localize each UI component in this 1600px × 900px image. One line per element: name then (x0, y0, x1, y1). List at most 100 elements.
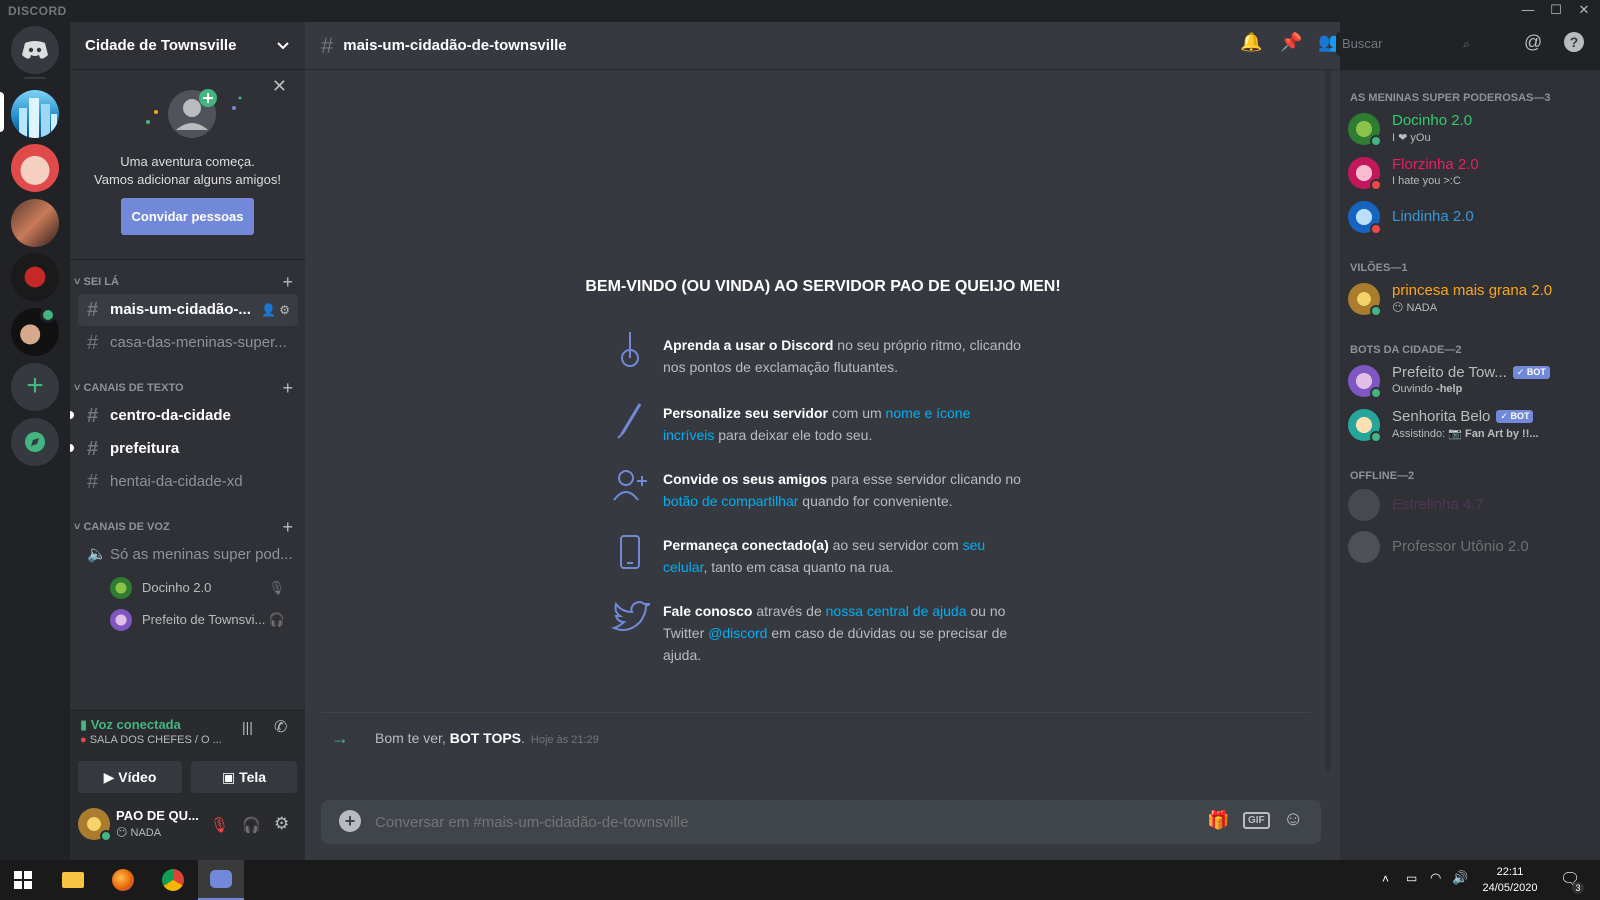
member-status-label: NADA (1406, 302, 1438, 314)
server-avatar-3[interactable] (11, 199, 59, 247)
channel-title: mais-um-cidadão-de-townsville (343, 37, 567, 54)
disconnect-icon[interactable]: ✆ (274, 717, 287, 737)
start-button[interactable] (0, 860, 46, 900)
sys-user[interactable]: BOT TOPS (450, 730, 521, 746)
speaker-badge-icon (40, 307, 56, 323)
emoji-icon[interactable]: ☺ (1283, 808, 1303, 831)
firefox-button[interactable] (100, 860, 146, 900)
tip-link[interactable]: nossa central de ajuda (826, 603, 967, 619)
screen-share-button[interactable]: ▣ Tela (191, 761, 297, 793)
channel-label: Só as meninas super pod... (110, 546, 293, 563)
mention-icon[interactable]: @ (1524, 32, 1542, 53)
add-server-button[interactable]: + (11, 363, 59, 411)
close-window-button[interactable]: ✕ (1570, 0, 1598, 22)
unread-indicator (70, 444, 74, 452)
member-florzinha[interactable]: Florzinha 2.0 I hate you >:C (1348, 152, 1578, 194)
add-channel-icon[interactable]: + (282, 272, 293, 293)
channel-label: centro-da-cidade (110, 407, 231, 424)
gif-button[interactable]: GIF (1243, 812, 1270, 829)
folder-icon (62, 872, 84, 888)
server-list: + (0, 22, 70, 860)
help-icon[interactable]: ? (1564, 32, 1584, 52)
hash-icon: # (87, 405, 99, 427)
bell-icon[interactable]: 🔔 (1240, 32, 1262, 53)
member-senhorita-belo[interactable]: Senhorita Belo ✓ BOT Assistindo: 📷 Fan Ar… (1348, 404, 1578, 446)
gift-icon[interactable]: 🎁 (1207, 810, 1229, 831)
maximize-button[interactable]: ☐ (1542, 0, 1570, 22)
category-canais-de-texto[interactable]: ˅ CANAIS DE TEXTO + (74, 378, 299, 398)
channel-casa-das-meninas[interactable]: # casa-das-meninas-super... (78, 327, 298, 359)
member-princesa[interactable]: princesa mais grana 2.0 😶 NADA (1348, 278, 1578, 320)
mute-mic-icon[interactable]: 🎙 (210, 816, 229, 834)
hash-icon: # (87, 299, 99, 321)
phone-icon (620, 535, 640, 569)
member-prefeito[interactable]: Prefeito de Tow... ✓ BOT Ouvindo -help (1348, 360, 1578, 402)
member-lindinha[interactable]: Lindinha 2.0 (1348, 196, 1578, 238)
pin-icon[interactable]: 📌 (1280, 32, 1302, 53)
clock[interactable]: 22:11 24/05/2020 (1470, 864, 1550, 896)
app-brand: DISCORD (8, 4, 67, 18)
clock-time: 22:11 (1496, 866, 1524, 878)
channel-hentai-da-cidade[interactable]: # hentai-da-cidade-xd (78, 466, 298, 498)
category-sei-la[interactable]: ˅ SEI LÁ + (74, 272, 299, 292)
headphones-icon[interactable]: 🎧 (242, 816, 261, 834)
title-bar: DISCORD — ☐ ✕ (0, 0, 1600, 22)
guild-header[interactable]: Cidade de Townsville (70, 22, 305, 70)
search-icon: ⌕ (1463, 37, 1470, 51)
voice-room[interactable]: ● SALA DOS CHEFES / O ... (80, 734, 222, 746)
channel-prefeitura[interactable]: # prefeitura (78, 433, 298, 465)
voice-user-docinho[interactable]: Docinho 2.0 🎙 (110, 574, 295, 602)
channel-mais-um-cidadao[interactable]: # mais-um-cidadão-... 👤 ⚙ (78, 294, 298, 326)
channel-settings-icon[interactable]: 👤 ⚙ (261, 294, 290, 326)
close-icon[interactable]: ✕ (272, 76, 287, 97)
explore-servers-button[interactable] (11, 418, 59, 466)
voice-channel-meninas[interactable]: 🔈 Só as meninas super pod... (78, 539, 298, 571)
chrome-icon (162, 869, 184, 891)
server-townsville[interactable] (11, 90, 59, 138)
server-avatar-2[interactable] (11, 144, 59, 192)
tip-link[interactable]: @discord (708, 625, 767, 641)
chat-scrollbar[interactable] (1325, 70, 1331, 772)
chrome-button[interactable] (150, 860, 196, 900)
member-category: OFFLINE—2 (1350, 470, 1415, 482)
tip-link[interactable]: botão de compartilhar (663, 493, 798, 509)
message-timestamp: Hoje às 21:29 (530, 734, 599, 746)
home-button[interactable] (11, 26, 59, 74)
battery-icon[interactable]: ▭ (1406, 871, 1417, 885)
server-avatar-4[interactable] (11, 253, 59, 301)
member-docinho[interactable]: Docinho 2.0 I ❤ yOu (1348, 108, 1578, 150)
video-button[interactable]: ▶ Vídeo (78, 761, 182, 793)
minimize-button[interactable]: — (1514, 0, 1542, 22)
user-panel: PAO DE QU... 😶 NADA 🎙 🎧 ⚙ (70, 796, 305, 860)
category-canais-de-voz[interactable]: ˅ CANAIS DE VOZ + (74, 517, 299, 537)
discord-taskbar-button[interactable] (198, 860, 244, 900)
avatar (110, 609, 132, 631)
message-input[interactable] (375, 808, 1195, 836)
wifi-icon[interactable]: ◠ (1430, 870, 1441, 886)
member-estrelinha[interactable]: Estrelinha 4.7 (1348, 484, 1578, 526)
hash-icon: # (87, 471, 99, 493)
chat-header: # mais-um-cidadão-de-townsville (305, 22, 1340, 70)
file-explorer-button[interactable] (50, 860, 96, 900)
member-name-text: Prefeito de Tow... (1392, 364, 1507, 381)
username: PAO DE QU... (116, 808, 199, 823)
gear-icon[interactable]: ⚙ (274, 814, 289, 834)
firefox-icon (112, 869, 134, 891)
status-mobile-icon (1370, 135, 1382, 147)
invite-illustration-icon (146, 89, 242, 138)
add-channel-icon[interactable]: + (282, 517, 293, 538)
channel-centro-da-cidade[interactable]: # centro-da-cidade (78, 400, 298, 432)
member-professor[interactable]: Professor Utônio 2.0 (1348, 526, 1578, 568)
tip-bold: Fale conosco (663, 603, 753, 619)
invite-people-button[interactable]: Convidar pessoas (121, 198, 254, 235)
volume-icon[interactable]: 🔊 (1452, 870, 1468, 886)
search-input[interactable]: Buscar ⌕ (1336, 32, 1478, 56)
tray-chevron-icon[interactable]: ˄ (1382, 872, 1389, 886)
attach-plus-icon[interactable]: + (339, 810, 361, 832)
add-channel-icon[interactable]: + (282, 378, 293, 399)
welcome-title: BEM-VINDO (OU VINDA) AO SERVIDOR PAO DE … (585, 278, 1061, 295)
active-server-indicator (0, 92, 4, 132)
noise-icon[interactable]: ||| (242, 719, 253, 735)
message-composer: + 🎁 GIF ☺ (321, 800, 1321, 844)
voice-user-prefeito[interactable]: Prefeito de Townsvi... 🎧 (110, 606, 295, 634)
